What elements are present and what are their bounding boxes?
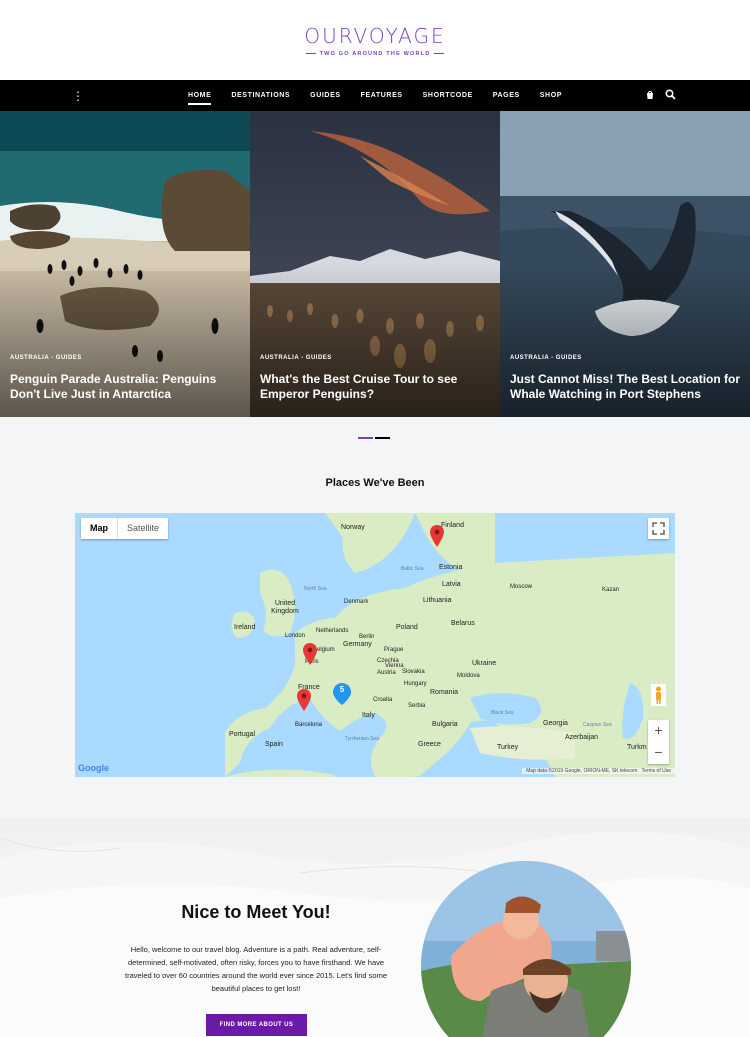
slide-title[interactable]: Just Cannot Miss! The Best Location for … [510,372,742,402]
map-marker-icon[interactable] [297,689,311,711]
map-city-label: Barcelona [295,722,323,728]
map-label: Romania [430,689,459,696]
about-text: Hello, welcome to our travel blog. Adven… [125,945,387,993]
main-nav: ⋮ HOME DESTINATIONS GUIDES FEATURES SHOR… [0,80,750,111]
site-header: OURVOYAGE TWO GO AROUND THE WORLD [0,0,750,80]
map-sea-label: Caspian Sea [583,722,612,728]
nav-item-shortcode[interactable]: SHORTCODE [423,88,473,103]
map-label: Spain [265,741,283,748]
slide-title[interactable]: What's the Best Cruise Tour to see Emper… [260,372,492,402]
slide-emperor-penguins[interactable]: AUSTRALIA - GUIDES What's the Best Cruis… [250,111,500,417]
map-sea-label: Black Sea [491,710,514,716]
zoom-in-button[interactable]: + [648,720,669,742]
find-more-about-us-button[interactable]: FIND MORE ABOUT US [206,1014,307,1036]
slide-category[interactable]: AUSTRALIA - GUIDES [10,355,82,361]
street-view-pegman-icon[interactable] [651,684,666,706]
map-label: Ireland [234,624,256,631]
map-label: Finland [441,522,464,529]
map-attribution: Map data ©2019 Google, ORION-ME, SK tele… [522,768,675,774]
slide-category[interactable]: AUSTRALIA - GUIDES [260,355,332,361]
map-type-satellite[interactable]: Satellite [117,518,168,539]
slider-pagination [358,437,390,439]
search-icon[interactable] [665,89,676,100]
slide-whale-watching[interactable]: AUSTRALIA - GUIDES Just Cannot Miss! The… [500,111,750,417]
map-label: Netherlands [316,628,349,634]
map-label: Turkm [627,744,647,751]
slide-penguin-parade[interactable]: AUSTRALIA - GUIDES Penguin Parade Austra… [0,111,250,417]
map-label: Latvia [442,581,461,588]
map-city-label: London [285,633,306,639]
logo-tagline: TWO GO AROUND THE WORLD [0,51,750,57]
google-logo[interactable]: Google [78,763,109,773]
slide-title[interactable]: Penguin Parade Australia: Penguins Don't… [10,372,242,402]
logo-text: OURVOYAGE [304,24,446,48]
places-map[interactable]: Map Satellite + − Norway Finland Estonia… [75,513,675,777]
nav-item-shop[interactable]: SHOP [540,88,562,103]
map-label: Lithuania [423,597,452,604]
google-logo-text: Google [78,763,109,773]
map-label: Denmark [344,599,369,605]
map-marker-icon[interactable] [303,643,317,665]
map-label: Ukraine [472,660,497,667]
featured-slider: AUSTRALIA - GUIDES Penguin Parade Austra… [0,111,750,417]
cart-icon[interactable] [645,90,655,100]
nav-item-home[interactable]: HOME [187,88,212,105]
map-label: Serbia [408,703,426,709]
slider-dot[interactable] [375,437,390,439]
map-label: Norway [341,524,365,531]
map-sea-label: Baltic Sea [401,566,424,572]
map-label: Moldova [457,673,480,679]
map-city-label: Kazan [602,587,620,593]
map-label: Portugal [229,731,256,738]
map-label: Azerbaijan [565,734,599,741]
map-cluster-marker[interactable]: 5 [333,683,351,705]
map-city-label: Vienna [385,663,404,669]
map-label: Turkey [497,744,519,751]
map-label: Bulgaria [432,721,458,728]
slider-dot[interactable] [358,437,373,439]
nav-item-destinations[interactable]: DESTINATIONS [231,88,290,103]
map-label: Greece [418,741,441,748]
zoom-out-button[interactable]: − [648,742,669,764]
nav-item-features[interactable]: FEATURES [361,88,403,103]
map-sea-label: Tyrrhenian Sea [345,736,379,742]
site-logo[interactable]: OURVOYAGE TWO GO AROUND THE WORLD [0,24,750,57]
nav-menu: HOME DESTINATIONS GUIDES FEATURES SHORTC… [0,80,750,111]
dunes-background [0,831,750,1037]
nav-item-guides[interactable]: GUIDES [310,88,340,103]
map-attribution-text: Map data ©2019 Google, ORION-ME, SK tele… [526,768,638,774]
nav-item-pages[interactable]: PAGES [493,88,520,103]
places-title: Places We've Been [325,477,425,489]
map-label: Estonia [439,564,463,571]
map-city-label: Prague [384,647,404,653]
about-section: Nice to Meet You! Hello, welcome to our … [0,818,750,1037]
map-type-control: Map Satellite [81,518,169,539]
map-label: Georgia [543,720,568,727]
fullscreen-icon[interactable] [648,518,669,539]
map-label: Belarus [451,620,475,627]
map-label: Slovakia [402,669,425,675]
map-label: Austria [377,670,396,676]
map-marker-icon[interactable] [430,525,444,547]
terms-link[interactable]: Terms of Use [642,768,671,774]
cluster-count: 5 [339,685,345,694]
slide-category[interactable]: AUSTRALIA - GUIDES [510,355,582,361]
map-label: Hungary [404,681,427,687]
map-sea-label: North Sea [304,586,327,592]
map-label: Croatia [373,697,393,703]
map-label: Poland [396,624,418,631]
map-city-label: Berlin [359,634,375,640]
map-type-map[interactable]: Map [81,518,117,539]
map-city-label: Moscow [510,584,533,590]
map-label: United Kingdom [271,600,299,615]
map-label: Germany [343,641,372,648]
zoom-control: + − [648,720,669,764]
map-label: Italy [362,712,375,719]
